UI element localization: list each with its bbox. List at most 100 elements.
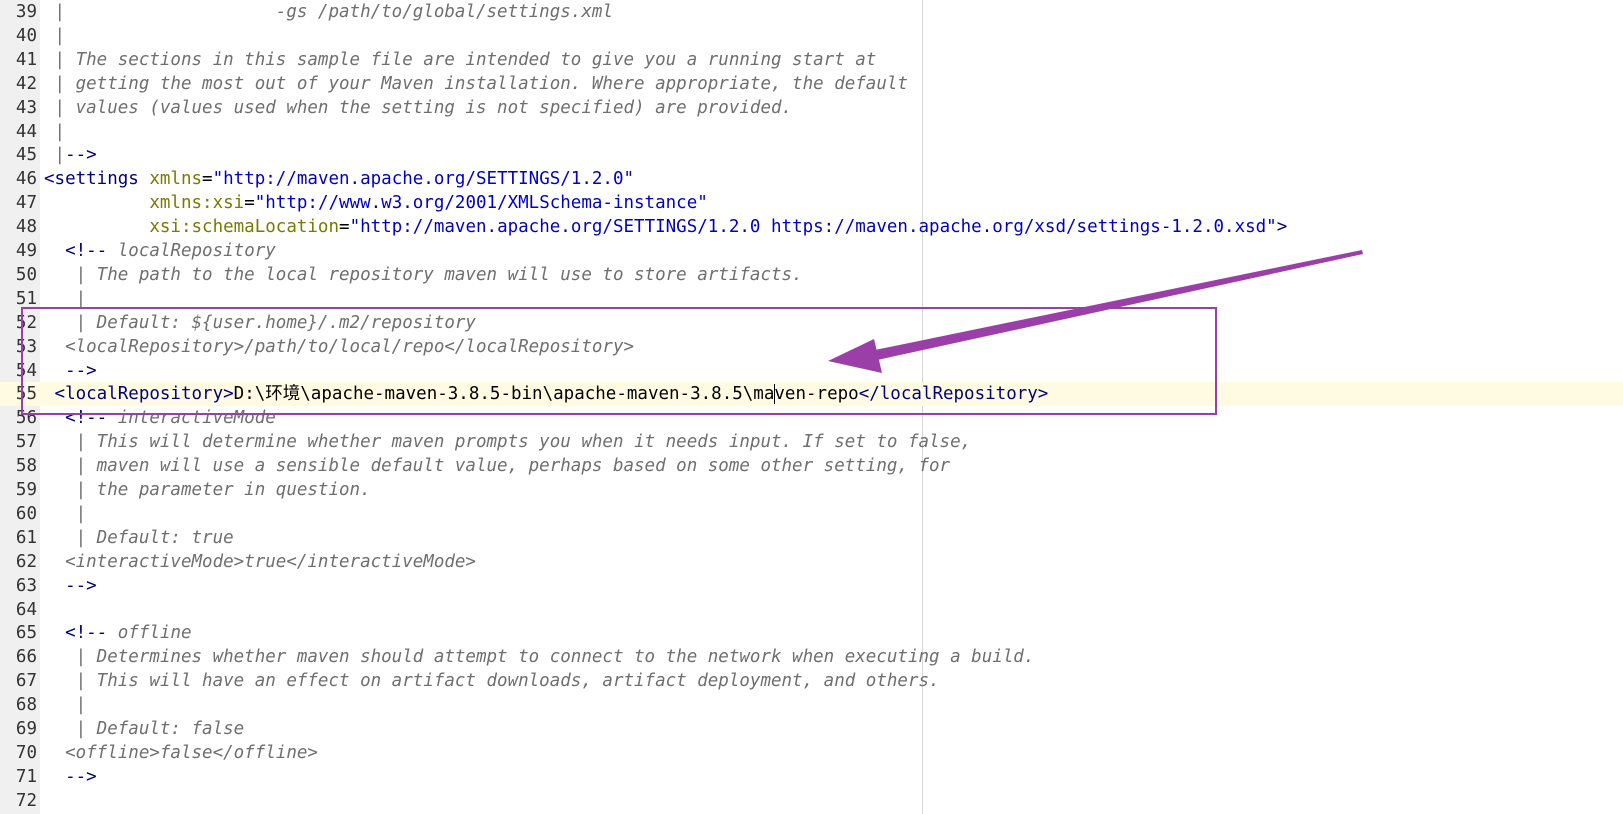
line-number: 43 [15,97,37,118]
code-text: | This will have an effect on artifact d… [44,669,940,693]
line-number: 45 [15,145,37,166]
code-line[interactable]: 43 | values (values used when the settin… [0,96,1623,120]
line-number: 48 [15,217,37,238]
code-line[interactable]: 69 | Default: false [0,717,1623,741]
code-text: <offline>false</offline> [44,741,318,765]
line-number: 49 [15,241,37,261]
line-number: 67 [15,671,37,692]
line-number: 68 [15,695,37,716]
code-text: | getting the most out of your Maven ins… [44,72,908,96]
code-token: <offline>false</offline> [44,742,318,763]
code-token: = [339,217,350,238]
code-token: | values (values used when the setting i… [44,97,793,118]
code-text: xsi:schemaLocation="http://maven.apache.… [44,215,1287,239]
code-text: | The sections in this sample file are i… [44,48,877,72]
code-token: localRepository [117,241,276,261]
line-number: 69 [15,719,37,739]
code-token: <!-- [44,623,118,644]
code-token: --> [44,766,97,787]
code-line[interactable]: 60 | [0,502,1623,526]
code-token: | Determines whether maven should attemp… [44,647,1035,668]
code-line[interactable]: 50 | The path to the local repository ma… [0,263,1623,287]
code-token: --> [65,145,97,166]
code-text: <settings xmlns="http://maven.apache.org… [44,167,634,191]
line-number: 65 [15,623,37,644]
code-line[interactable]: 49 <!-- localRepository [0,239,1623,263]
line-number: 70 [15,742,37,763]
code-token: | [44,25,66,46]
code-line[interactable]: 67 | This will have an effect on artifac… [0,669,1623,693]
line-number: 39 [15,2,37,22]
code-text: | maven will use a sensible default valu… [44,454,951,478]
code-line[interactable]: 65 <!-- offline [0,621,1623,645]
code-text: <!-- offline [44,621,191,645]
code-token: | -gs /path/to/global/settings.xml [44,2,613,22]
code-line[interactable]: 71 --> [0,765,1623,789]
code-token: = [202,169,213,190]
code-line[interactable]: 63 --> [0,574,1623,598]
code-line[interactable]: 45 |--> [0,143,1623,167]
code-text: xmlns:xsi="http://www.w3.org/2001/XMLSch… [44,191,708,215]
code-text: | Determines whether maven should attemp… [44,645,1035,669]
line-number: 66 [15,647,37,668]
code-line[interactable]: 68 | [0,693,1623,717]
code-text: --> [44,765,97,789]
line-number: 58 [15,456,37,477]
code-token: | getting the most out of your Maven ins… [44,73,908,94]
line-number: 47 [15,193,37,214]
code-line[interactable]: 58 | maven will use a sensible default v… [0,454,1623,478]
code-line[interactable]: 46 <settings xmlns="http://maven.apache.o… [0,167,1623,191]
line-number: 62 [15,551,37,572]
line-number: 72 [15,790,37,811]
code-line[interactable]: 41 | The sections in this sample file ar… [0,48,1623,72]
line-number: 57 [15,432,37,453]
line-number: 60 [15,503,37,524]
line-number: 59 [15,480,37,500]
code-token: "http://maven.apache.org/SETTINGS/1.2.0 … [349,217,1277,238]
code-token: | [44,695,87,716]
code-line[interactable]: 61 | Default: true [0,526,1623,550]
code-line[interactable]: 44 | [0,120,1623,144]
code-text: --> [44,574,97,598]
code-token: xmlns:xsi [149,193,245,214]
code-token: <!-- [44,241,118,261]
code-token: "http://www.w3.org/2001/XMLSchema-instan… [254,193,708,214]
code-text: <!-- localRepository [44,239,276,263]
annotation-highlight-box [21,307,1217,415]
code-token: | The path to the local repository maven… [44,264,803,285]
code-text: | [44,502,87,526]
code-token: xmlns [149,169,203,190]
code-text: <interactiveMode>true</interactiveMode> [44,550,476,574]
code-token: | [44,503,87,524]
code-token: | This will have an effect on artifact d… [44,671,940,692]
code-line[interactable]: 64 [0,598,1623,622]
code-line[interactable]: 66 | Determines whether maven should att… [0,645,1623,669]
code-token: | The sections in this sample file are i… [44,49,877,70]
code-token: --> [44,575,97,596]
code-line[interactable]: 72 [0,789,1623,813]
code-line[interactable]: 57 | This will determine whether maven p… [0,430,1623,454]
code-line[interactable]: 70 <offline>false</offline> [0,741,1623,765]
code-token: | maven will use a sensible default valu… [44,456,951,477]
code-line[interactable]: 48 xsi:schemaLocation="http://maven.apac… [0,215,1623,239]
code-text: | Default: false [44,717,245,741]
code-line[interactable]: 39 | -gs /path/to/global/settings.xml [0,0,1623,24]
code-text: | The path to the local repository maven… [44,263,803,287]
code-token: > [1276,217,1288,238]
code-token: | Default: false [44,719,245,739]
code-line[interactable]: 42 | getting the most out of your Maven … [0,72,1623,96]
code-line[interactable]: 47 xmlns:xsi="http://www.w3.org/2001/XML… [0,191,1623,215]
code-token: xsi:schemaLocation [149,217,340,238]
code-line[interactable]: 62 <interactiveMode>true</interactiveMod… [0,550,1623,574]
code-text: | Default: true [44,526,234,550]
code-text: | -gs /path/to/global/settings.xml [44,0,613,24]
code-line[interactable]: 40 | [0,24,1623,48]
code-line[interactable]: 59 | the parameter in question. [0,478,1623,502]
code-text: | [44,120,66,144]
code-token: <settings [44,169,150,190]
line-number: 71 [15,766,37,787]
line-number: 64 [15,599,37,620]
line-number: 41 [15,49,37,70]
